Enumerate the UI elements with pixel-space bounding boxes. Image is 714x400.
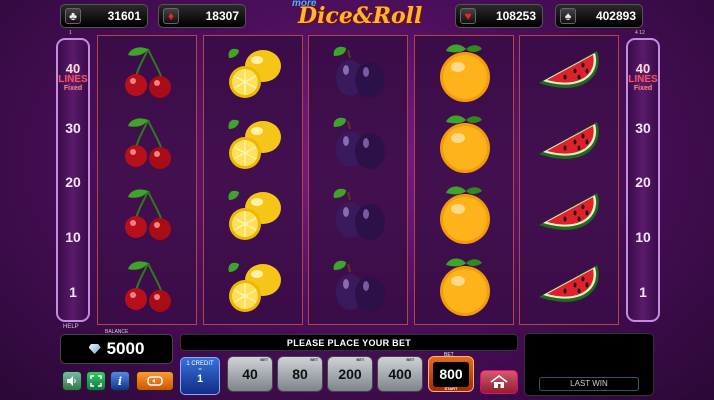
credit-selector[interactable]: 1 CREDIT = 1 [180, 357, 220, 395]
left-lines-panel: 40 LINES Fixed 30 20 10 1 [56, 38, 90, 322]
active-bet-value: 800 [433, 362, 469, 387]
right-line-number: 20 [635, 174, 651, 190]
right-line-number: 10 [635, 229, 651, 245]
watermelon-icon [530, 111, 610, 177]
home-button[interactable] [480, 370, 518, 394]
plum-icon [319, 254, 399, 320]
reel-3 [308, 35, 408, 325]
left-lines-indicator: 40 LINES Fixed [58, 62, 88, 92]
lemon-icon [214, 254, 294, 320]
reel-5 [519, 35, 619, 325]
home-icon [490, 375, 508, 388]
help-label[interactable]: HELP [63, 324, 79, 330]
speaker-icon [67, 376, 76, 386]
bet-value: 80 [292, 366, 308, 382]
jackpot-spade-value: 402893 [595, 9, 636, 23]
left-lines-mode: Fixed [63, 85, 83, 92]
plum-icon [319, 40, 399, 106]
right-lines-panel: 40 LINES Fixed 30 20 10 1 [626, 38, 660, 322]
left-line-number: 20 [65, 174, 81, 190]
sound-button[interactable] [62, 371, 82, 391]
credit-value: 1 [196, 373, 204, 385]
left-panel-top-label: 1 [69, 30, 72, 36]
jackpot-spade: ♠ 402893 [555, 4, 643, 28]
jackpot-diamond: ♦ 18307 [158, 4, 246, 28]
info-icon: i [117, 374, 123, 388]
bet-button-400[interactable]: BET 400 [377, 356, 423, 392]
diamond-gem-icon [88, 344, 101, 354]
left-line-number: 10 [65, 229, 81, 245]
bet-button-200[interactable]: BET 200 [327, 356, 373, 392]
plum-icon [319, 111, 399, 177]
logo-title: Dice&Roll [298, 3, 423, 29]
start-bet-button[interactable]: 800 START [428, 356, 474, 392]
right-line-number: 1 [639, 284, 647, 300]
cherry-icon [108, 111, 188, 177]
cherry-icon [108, 182, 188, 248]
left-line-number: 30 [65, 120, 81, 136]
bet-value: 200 [338, 366, 362, 382]
jackpot-club-value: 31601 [107, 9, 141, 23]
reel-4 [414, 35, 514, 325]
bet-caption: BET [406, 357, 415, 362]
reel-1 [97, 35, 197, 325]
cherry-icon [108, 254, 188, 320]
right-lines-label: LINES [628, 74, 658, 85]
watermelon-icon [530, 40, 610, 106]
autoplay-button[interactable] [136, 371, 174, 391]
last-win-label: LAST WIN [539, 377, 639, 391]
start-caption: START [444, 386, 458, 391]
diamond-icon: ♦ [163, 8, 179, 24]
heart-icon: ♥ [460, 8, 476, 24]
orange-icon [425, 182, 505, 248]
right-line-number: 30 [635, 120, 651, 136]
jackpot-heart-value: 108253 [495, 9, 536, 23]
watermelon-icon [530, 254, 610, 320]
game-logo: more Dice&Roll [290, 0, 424, 30]
bet-value: 400 [388, 366, 412, 382]
bet-button-80[interactable]: BET 80 [277, 356, 323, 392]
autoplay-icon [147, 376, 163, 386]
last-win-panel: LAST WIN [524, 333, 654, 396]
orange-icon [425, 254, 505, 320]
plum-icon [319, 182, 399, 248]
spade-icon: ♠ [560, 8, 576, 24]
bet-button-40[interactable]: BET 40 [227, 356, 273, 392]
balance-value: 5000 [106, 339, 145, 358]
left-lines-label: LINES [58, 74, 88, 85]
right-lines-indicator: 40 LINES Fixed [628, 62, 658, 92]
jackpot-heart: ♥ 108253 [455, 4, 543, 28]
status-message: PLEASE PLACE YOUR BET [180, 334, 518, 351]
balance-display: 5000 [60, 334, 173, 364]
bet-caption: BET [356, 357, 365, 362]
bet-value: 40 [242, 366, 258, 382]
lemon-icon [214, 40, 294, 106]
cherry-icon [108, 40, 188, 106]
reel-2 [203, 35, 303, 325]
fullscreen-icon [90, 375, 102, 387]
jackpot-diamond-value: 18307 [205, 9, 239, 23]
jackpot-club: ♣ 31601 [60, 4, 148, 28]
right-panel-top-label: 4 12 [635, 30, 645, 36]
watermelon-icon [530, 182, 610, 248]
lemon-icon [214, 182, 294, 248]
left-line-number: 1 [69, 284, 77, 300]
fullscreen-button[interactable] [86, 371, 106, 391]
right-lines-mode: Fixed [633, 85, 653, 92]
orange-icon [425, 40, 505, 106]
club-icon: ♣ [65, 8, 81, 24]
lemon-icon [214, 111, 294, 177]
orange-icon [425, 111, 505, 177]
info-button[interactable]: i [110, 371, 130, 391]
